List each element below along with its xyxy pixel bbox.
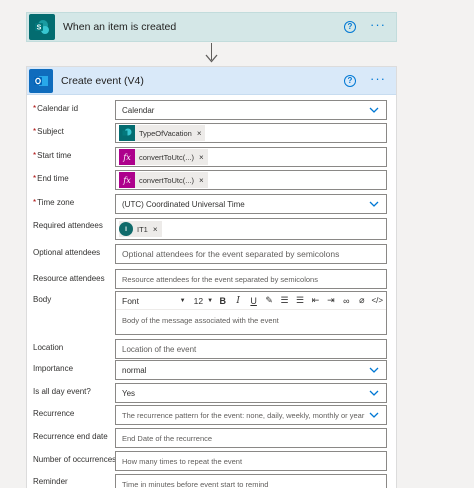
all-day-label: Is all day event? [33, 387, 91, 396]
subject-field[interactable]: TypeOfVacation × [115, 123, 387, 143]
start-time-label: *Start time [33, 151, 72, 160]
font-select[interactable]: Font [122, 296, 180, 306]
time-zone-row: *Time zone (UTC) Coordinated Universal T… [27, 194, 396, 216]
numbered-list-icon[interactable]: ☰ [278, 295, 291, 306]
caret-down-icon[interactable]: ▼ [180, 298, 186, 304]
help-icon[interactable]: ? [344, 21, 356, 33]
calendar-id-label: *Calendar id [33, 104, 79, 113]
body-label: Body [33, 295, 52, 304]
arrow-down-icon [205, 54, 218, 63]
resource-attendees-label: Resource attendees [33, 274, 105, 283]
italic-icon[interactable]: I [231, 296, 244, 306]
chevron-down-icon [369, 390, 379, 396]
action-header[interactable]: Create event (V4) ? ··· [27, 67, 396, 95]
calendar-id-select[interactable]: Calendar [115, 100, 387, 120]
body-editor[interactable]: Font ▼ 12 ▼ B I U ✎ ☰ ☰ ⇤ ⇥ ∞ ⌀ </> Body… [115, 291, 387, 335]
occurrences-input[interactable]: How many times to repeat the event [115, 451, 387, 471]
required-attendees-label: Required attendees [33, 221, 103, 230]
subject-token[interactable]: TypeOfVacation × [119, 125, 206, 141]
recurrence-end-input[interactable]: End Date of the recurrence [115, 428, 387, 448]
end-time-token[interactable]: fx convertToUtc(...) × [119, 172, 208, 188]
more-options-icon[interactable]: ··· [370, 72, 386, 87]
underline-icon[interactable]: U [247, 296, 260, 306]
action-card: Create event (V4) ? ··· *Calendar id Cal… [26, 66, 397, 488]
remove-token-icon[interactable]: × [153, 225, 158, 234]
trigger-card[interactable]: S When an item is created ? ··· [26, 12, 397, 42]
location-label: Location [33, 343, 64, 352]
subject-row: *Subject TypeOfVacation × [27, 123, 396, 145]
caret-down-icon[interactable]: ▼ [207, 298, 213, 304]
time-zone-select[interactable]: (UTC) Coordinated Universal Time [115, 194, 387, 214]
required-attendees-row: Required attendees I IT1 × [27, 218, 396, 240]
recurrence-end-label: Recurrence end date [33, 432, 108, 441]
subject-label: *Subject [33, 127, 64, 136]
indent-icon[interactable]: ⇥ [324, 295, 337, 306]
function-icon: fx [119, 149, 135, 165]
action-title: Create event (V4) [61, 74, 144, 87]
resource-attendees-input[interactable]: Resource attendees for the event separat… [115, 269, 387, 289]
end-time-field[interactable]: fx convertToUtc(...) × [115, 170, 387, 190]
end-time-label: *End time [33, 174, 69, 183]
attendee-token[interactable]: I IT1 × [119, 221, 162, 237]
outdent-icon[interactable]: ⇤ [309, 295, 322, 306]
remove-token-icon[interactable]: × [199, 153, 204, 162]
time-zone-label: *Time zone [33, 198, 75, 207]
occurrences-label: Number of occurrences [33, 455, 117, 464]
reminder-input[interactable]: Time in minutes before event start to re… [115, 474, 387, 488]
calendar-id-row: *Calendar id Calendar [27, 100, 396, 122]
remove-token-icon[interactable]: × [197, 129, 202, 138]
function-icon: fx [119, 172, 135, 188]
bold-icon[interactable]: B [216, 296, 229, 306]
location-row: Location Location of the event [27, 339, 396, 361]
link-icon[interactable]: ∞ [340, 296, 353, 306]
recurrence-row: Recurrence The recurrence pattern for th… [27, 405, 396, 427]
chevron-down-icon [369, 107, 379, 113]
start-time-field[interactable]: fx convertToUtc(...) × [115, 147, 387, 167]
sharepoint-icon [119, 125, 135, 141]
end-time-row: *End time fx convertToUtc(...) × [27, 170, 396, 192]
chevron-down-icon [369, 201, 379, 207]
recurrence-label: Recurrence [33, 409, 75, 418]
bullet-list-icon[interactable]: ☰ [293, 295, 306, 306]
unlink-icon[interactable]: ⌀ [355, 295, 368, 306]
reminder-label: Reminder [33, 477, 68, 486]
all-day-select[interactable]: Yes [115, 383, 387, 403]
recurrence-end-row: Recurrence end date End Date of the recu… [27, 428, 396, 450]
required-attendees-field[interactable]: I IT1 × [115, 218, 387, 240]
chevron-down-icon [369, 412, 379, 418]
remove-token-icon[interactable]: × [199, 176, 204, 185]
importance-label: Importance [33, 364, 74, 373]
svg-text:S: S [37, 25, 42, 32]
chevron-down-icon [369, 367, 379, 373]
trigger-title: When an item is created [63, 21, 177, 33]
all-day-row: Is all day event? Yes [27, 383, 396, 405]
location-input[interactable]: Location of the event [115, 339, 387, 359]
reminder-row: Reminder Time in minutes before event st… [27, 474, 396, 488]
resource-attendees-row: Resource attendees Resource attendees fo… [27, 269, 396, 291]
avatar: I [119, 222, 133, 236]
code-view-icon[interactable]: </> [371, 296, 384, 305]
help-icon[interactable]: ? [344, 74, 356, 87]
optional-attendees-row: Optional attendees Optional attendees fo… [27, 244, 396, 266]
optional-attendees-label: Optional attendees [33, 248, 101, 257]
occurrences-row: Number of occurrences How many times to … [27, 451, 396, 473]
optional-attendees-input[interactable]: Optional attendees for the event separat… [115, 244, 387, 264]
highlight-icon[interactable]: ✎ [262, 295, 275, 306]
recurrence-select[interactable]: The recurrence pattern for the event: no… [115, 405, 387, 425]
body-text-area[interactable]: Body of the message associated with the … [116, 310, 386, 331]
font-size-select[interactable]: 12 [194, 296, 207, 306]
outlook-icon [29, 68, 53, 93]
start-time-token[interactable]: fx convertToUtc(...) × [119, 149, 208, 165]
importance-row: Importance normal [27, 360, 396, 382]
sharepoint-icon: S [29, 14, 55, 40]
importance-select[interactable]: normal [115, 360, 387, 380]
more-options-icon[interactable]: ··· [370, 18, 386, 33]
start-time-row: *Start time fx convertToUtc(...) × [27, 147, 396, 169]
editor-toolbar: Font ▼ 12 ▼ B I U ✎ ☰ ☰ ⇤ ⇥ ∞ ⌀ </> [116, 292, 386, 310]
